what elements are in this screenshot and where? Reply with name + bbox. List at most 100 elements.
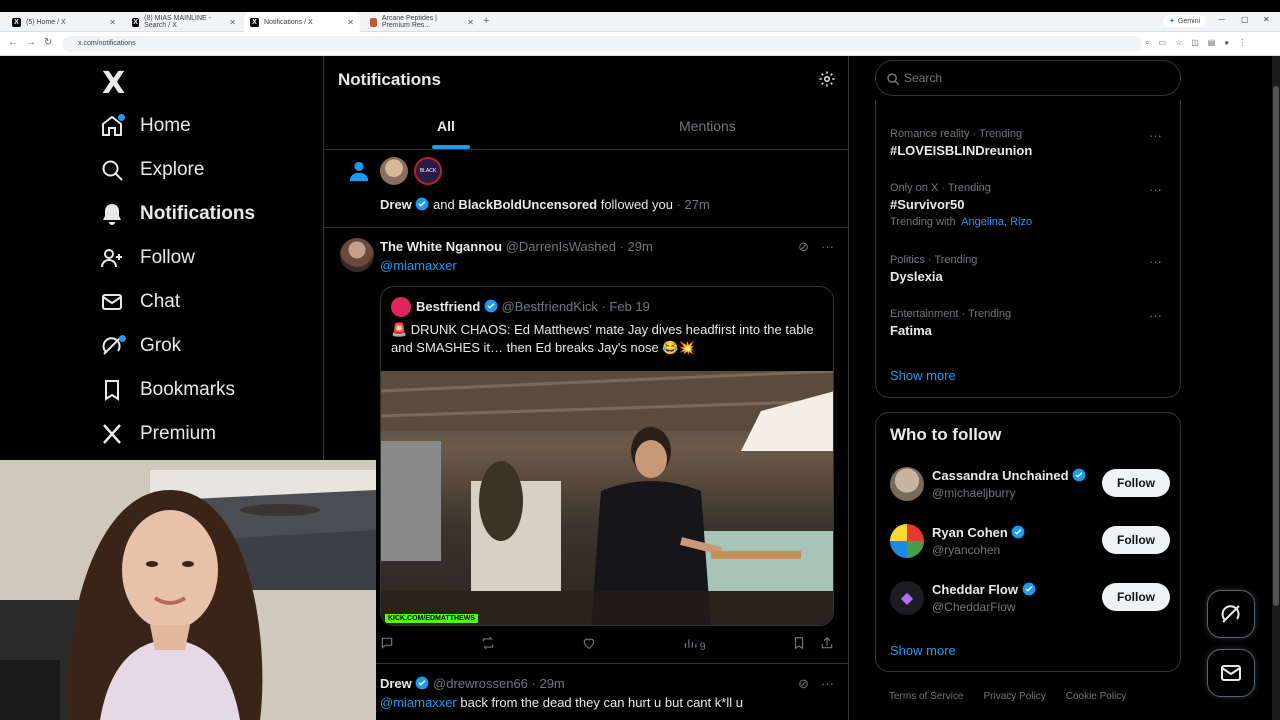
window-close-icon[interactable]: ✕ <box>1263 15 1270 24</box>
maximize-icon[interactable]: ▢ <box>1241 15 1249 24</box>
user-name[interactable]: BlackBoldUncensored <box>458 197 597 212</box>
reload-icon[interactable]: ↻ <box>44 37 52 48</box>
user-name[interactable]: Drew <box>380 676 412 691</box>
more-icon[interactable]: ··· <box>1149 308 1162 323</box>
suggested-user[interactable]: Cassandra Unchained @michaeljburry Follo… <box>890 465 1170 505</box>
url-field[interactable]: x.com/notifications <box>62 36 1142 52</box>
mention-link[interactable]: @miamaxxer <box>380 695 457 710</box>
user-name[interactable]: Cheddar Flow <box>932 582 1018 597</box>
tweet-body: back from the dead they can hurt u but c… <box>456 695 743 710</box>
messages-fab[interactable] <box>1207 649 1255 697</box>
avatar[interactable] <box>380 157 408 185</box>
user-handle[interactable]: @BestfriendKick <box>502 299 598 314</box>
nav-item-premium[interactable]: Premium <box>100 422 216 446</box>
privacy-link[interactable]: Privacy Policy <box>983 691 1045 702</box>
star-icon[interactable]: ☆ <box>1175 38 1182 48</box>
follow-notification[interactable]: BLACK BOLD Drew and BlackBoldUncensored … <box>324 150 848 228</box>
scrollbar-thumb[interactable] <box>1273 86 1279 606</box>
browser-tab-active[interactable]: X Notifications / X ✕ <box>244 12 360 32</box>
forward-icon[interactable]: → <box>26 37 36 48</box>
zoom-icon[interactable]: ⌕ <box>1145 38 1149 48</box>
tweet[interactable]: The White Ngannou @DarrenIsWashed · 29m … <box>324 228 848 664</box>
tweet-media-image[interactable]: KICK.COM/EDMATTHEWS <box>381 371 833 625</box>
user-name[interactable]: Cassandra Unchained <box>932 468 1069 483</box>
nav-item-explore[interactable]: Explore <box>100 158 204 182</box>
user-name[interactable]: Bestfriend <box>416 299 480 314</box>
views-button[interactable]: 9 <box>683 636 706 653</box>
follow-button[interactable]: Follow <box>1102 583 1170 611</box>
like-icon[interactable] <box>582 636 596 653</box>
suggested-user[interactable]: Ryan Cohen @ryancohen Follow <box>890 522 1170 562</box>
user-handle[interactable]: @DarrenIsWashed <box>506 239 616 254</box>
mention-link[interactable]: @miamaxxer <box>380 258 457 273</box>
more-icon[interactable]: ··· <box>1149 254 1162 269</box>
nav-item-home[interactable]: Home <box>100 114 191 138</box>
nav-item-notifications[interactable]: Notifications <box>100 202 255 226</box>
settings-button[interactable] <box>818 70 836 93</box>
reply-icon[interactable] <box>380 636 394 653</box>
trend-item[interactable]: Only on X · Trending #Survivor50 Trendin… <box>890 182 1170 228</box>
more-icon[interactable]: ··· <box>1149 128 1162 143</box>
back-icon[interactable]: ← <box>8 37 18 48</box>
nav-item-grok[interactable]: Grok <box>100 334 181 358</box>
footer-links: Terms of Service Privacy Policy Cookie P… <box>889 691 1126 702</box>
user-name[interactable]: Ryan Cohen <box>932 525 1008 540</box>
browser-tab[interactable]: X (5) Home / X ✕ <box>6 14 122 30</box>
trend-item[interactable]: Entertainment · Trending Fatima ··· <box>890 308 1170 338</box>
x-logo-icon[interactable]: X <box>102 66 125 101</box>
grok-icon[interactable]: ⊘ <box>798 239 809 255</box>
more-icon[interactable]: ··· <box>821 676 834 692</box>
avatar[interactable] <box>340 238 374 272</box>
quoted-tweet[interactable]: Bestfriend @BestfriendKick · Feb 19 🚨 DR… <box>380 286 834 626</box>
tweet[interactable]: Drew @drewrossen66 · 29m ⊘ ··· @miamaxxe… <box>324 668 848 720</box>
browser-tab[interactable]: Arcane Peptides | Premium Res... ✕ <box>364 14 480 30</box>
share-icon[interactable] <box>820 636 834 653</box>
cast-icon[interactable]: ▭ <box>1158 38 1166 48</box>
extensions-icon[interactable]: ▤ <box>1208 38 1216 48</box>
grok-icon[interactable]: ⊘ <box>798 676 809 692</box>
user-handle[interactable]: @drewrossen66 <box>433 676 528 691</box>
terms-link[interactable]: Terms of Service <box>889 691 963 702</box>
nav-item-follow[interactable]: Follow <box>100 246 195 270</box>
tab-mentions[interactable]: Mentions <box>679 118 736 134</box>
menu-icon[interactable]: ⋮ <box>1238 38 1246 48</box>
search-input[interactable]: Search <box>875 60 1181 96</box>
avatar[interactable]: ◆ <box>890 581 924 615</box>
tab-all[interactable]: All <box>437 118 455 134</box>
user-name[interactable]: Drew <box>380 197 412 212</box>
trend-item[interactable]: Politics · Trending Dyslexia ··· <box>890 254 1170 284</box>
split-icon[interactable]: ◫ <box>1191 38 1199 48</box>
gemini-button[interactable]: ✦ Gemini <box>1163 15 1207 27</box>
browser-tab[interactable]: X (8) MIAS MAINLINE - Search / X ✕ <box>126 14 242 30</box>
verified-icon <box>1012 525 1025 539</box>
scrollbar[interactable] <box>1272 56 1280 720</box>
cookie-link[interactable]: Cookie Policy <box>1066 691 1127 702</box>
more-icon[interactable]: ··· <box>1149 182 1162 197</box>
gear-icon <box>819 71 835 87</box>
follow-button[interactable]: Follow <box>1102 469 1170 497</box>
follow-button[interactable]: Follow <box>1102 526 1170 554</box>
avatar[interactable] <box>890 467 924 501</box>
trend-item[interactable]: Romance reality · Trending #LOVEISBLINDr… <box>890 128 1170 158</box>
profile-icon[interactable]: ● <box>1224 38 1229 48</box>
nav-item-chat[interactable]: Chat <box>100 290 180 314</box>
close-icon[interactable]: ✕ <box>109 18 116 27</box>
avatar[interactable] <box>890 524 924 558</box>
avatar[interactable]: BLACK BOLD <box>414 157 442 185</box>
minimize-icon[interactable]: ─ <box>1219 15 1225 24</box>
suggested-user[interactable]: ◆ Cheddar Flow @CheddarFlow Follow <box>890 579 1170 619</box>
close-icon[interactable]: ✕ <box>347 18 354 27</box>
bookmark-icon[interactable] <box>792 636 806 653</box>
grok-fab[interactable] <box>1207 590 1255 638</box>
close-icon[interactable]: ✕ <box>229 18 236 27</box>
show-more-link[interactable]: Show more <box>890 368 956 383</box>
trend-with-names[interactable]: Angelina, Rizo <box>961 216 1032 228</box>
avatar[interactable] <box>391 297 411 317</box>
new-tab-icon[interactable]: + <box>483 15 489 27</box>
nav-item-bookmarks[interactable]: Bookmarks <box>100 378 235 402</box>
retweet-icon[interactable] <box>480 636 496 653</box>
close-icon[interactable]: ✕ <box>467 18 474 27</box>
user-name[interactable]: The White Ngannou <box>380 239 502 254</box>
more-icon[interactable]: ··· <box>821 239 834 255</box>
show-more-link[interactable]: Show more <box>890 643 956 658</box>
